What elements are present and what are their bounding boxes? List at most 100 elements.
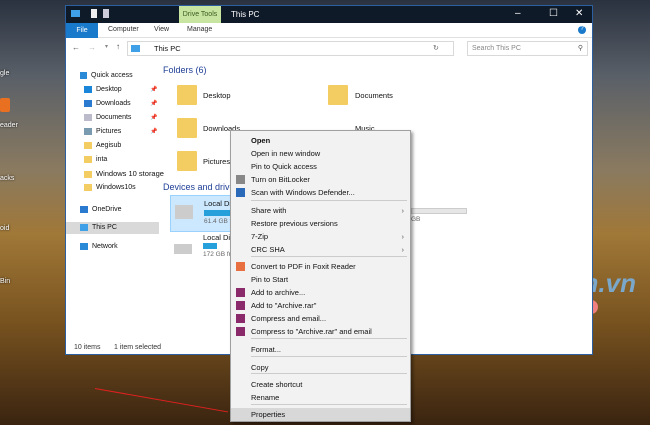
- pin-icon[interactable]: 📌: [150, 100, 157, 107]
- label: Network: [92, 243, 118, 250]
- menu-item[interactable]: Share with ›: [231, 204, 410, 217]
- menu-item[interactable]: Properties: [231, 408, 410, 421]
- menu-separator: [251, 200, 407, 201]
- menu-item[interactable]: Compress to "Archive.rar" and email: [231, 325, 410, 338]
- maximize-button[interactable]: ☐: [549, 8, 558, 19]
- menu-item[interactable]: Compress and email...: [231, 312, 410, 325]
- menu-item[interactable]: Turn on BitLocker: [231, 173, 410, 186]
- desktop-label[interactable]: gle: [0, 70, 9, 77]
- pdf-icon[interactable]: [0, 98, 10, 112]
- close-button[interactable]: ✕: [575, 8, 583, 19]
- label: This PC: [92, 224, 117, 231]
- drive-tools-tab[interactable]: Drive Tools: [179, 6, 221, 23]
- tab-file[interactable]: File: [66, 23, 98, 38]
- search-placeholder: Search This PC: [472, 45, 521, 52]
- menu-item[interactable]: Convert to PDF in Foxit Reader: [231, 260, 410, 273]
- search-box[interactable]: Search This PC ⚲: [467, 41, 588, 56]
- menu-item[interactable]: Open: [231, 134, 410, 147]
- folder-icon: [177, 151, 197, 171]
- sidebar-onedrive[interactable]: OneDrive: [80, 204, 122, 216]
- menu-item-label: Compress and email...: [251, 314, 327, 323]
- menu-item[interactable]: Copy: [231, 361, 410, 374]
- menu-item[interactable]: Scan with Windows Defender...: [231, 186, 410, 199]
- sidebar-this-pc[interactable]: This PC: [66, 222, 159, 234]
- menu-item[interactable]: Rename: [231, 391, 410, 404]
- menu-item-label: Turn on BitLocker: [251, 175, 310, 184]
- devices-header[interactable]: Devices and drives: [163, 182, 239, 192]
- label: Windows10s: [96, 184, 136, 191]
- sidebar-item-windows10s[interactable]: Windows10s: [84, 182, 136, 194]
- menu-item-icon: [236, 175, 245, 184]
- menu-item[interactable]: Create shortcut: [231, 378, 410, 391]
- menu-item[interactable]: 7-Zip ›: [231, 230, 410, 243]
- drive-d[interactable]: Local Disk (D:) 172 GB free: [170, 232, 252, 262]
- minimize-button[interactable]: –: [515, 8, 521, 19]
- menu-item[interactable]: Add to "Archive.rar": [231, 299, 410, 312]
- chevron-right-icon: ›: [401, 206, 405, 215]
- address-bar[interactable]: This PC ↻: [127, 41, 454, 56]
- folder-pictures[interactable]: Pictures: [203, 157, 230, 166]
- properties-icon[interactable]: [91, 9, 97, 18]
- navigation-bar: ← → ▾ ↑ This PC ↻ Search This PC ⚲: [66, 38, 592, 60]
- drive-size: GB: [411, 216, 421, 223]
- menu-separator: [251, 356, 407, 357]
- menu-item-label: Pin to Quick access: [251, 162, 317, 171]
- pin-icon[interactable]: 📌: [150, 114, 157, 121]
- desktop-label[interactable]: oid: [0, 225, 9, 232]
- desktop-label[interactable]: eader: [0, 122, 18, 129]
- folder-documents[interactable]: Documents: [355, 91, 393, 100]
- chevron-right-icon: ›: [401, 245, 405, 254]
- tab-view[interactable]: View: [154, 26, 169, 33]
- desktop-label[interactable]: acks: [0, 175, 14, 182]
- pin-icon[interactable]: 📌: [150, 128, 157, 135]
- sidebar-item-desktop[interactable]: Desktop: [84, 84, 122, 96]
- tab-computer[interactable]: Computer: [108, 26, 139, 33]
- back-icon[interactable]: ←: [72, 43, 80, 52]
- menu-item[interactable]: Restore previous versions: [231, 217, 410, 230]
- menu-item[interactable]: Format...: [231, 343, 410, 356]
- menu-item-icon: [236, 314, 245, 323]
- menu-item-icon: [236, 262, 245, 271]
- pin-icon[interactable]: 📌: [150, 86, 157, 93]
- label: Windows 10 storage: [96, 169, 164, 178]
- menu-item[interactable]: Add to archive...: [231, 286, 410, 299]
- menu-item-label: Share with: [251, 206, 287, 215]
- drive-c[interactable]: Local Disk (C:) 61.4 GB free: [170, 195, 264, 232]
- menu-item[interactable]: Open in new window: [231, 147, 410, 160]
- menu-item-label: Add to archive...: [251, 288, 306, 297]
- menu-item[interactable]: Pin to Start: [231, 273, 410, 286]
- menu-item[interactable]: Pin to Quick access: [231, 160, 410, 173]
- sidebar-item-inta[interactable]: inta: [84, 154, 107, 166]
- sidebar-item-downloads[interactable]: Downloads: [84, 98, 131, 110]
- folders-header[interactable]: Folders (6): [163, 65, 207, 75]
- label: Downloads: [96, 100, 131, 107]
- menu-item-icon: [236, 301, 245, 310]
- new-folder-icon[interactable]: [103, 9, 109, 18]
- forward-icon[interactable]: →: [88, 43, 96, 52]
- folder-desktop[interactable]: Desktop: [203, 91, 231, 100]
- menu-item[interactable]: CRC SHA ›: [231, 243, 410, 256]
- tab-manage[interactable]: Manage: [187, 26, 212, 33]
- menu-item-label: Scan with Windows Defender...: [251, 188, 355, 197]
- up-icon[interactable]: ↑: [116, 42, 120, 51]
- recycle-bin-label[interactable]: Bin: [0, 278, 10, 285]
- menu-item-label: CRC SHA: [251, 245, 285, 254]
- search-icon[interactable]: ⚲: [578, 44, 583, 52]
- sidebar-network[interactable]: Network: [80, 241, 118, 253]
- help-icon[interactable]: ?: [578, 26, 586, 34]
- sidebar-item-aegisub[interactable]: Aegisub: [84, 140, 121, 152]
- menu-item-label: Rename: [251, 393, 280, 402]
- label: OneDrive: [92, 206, 122, 213]
- label: Pictures: [96, 128, 122, 135]
- sidebar-item-pictures[interactable]: Pictures: [84, 126, 121, 138]
- refresh-icon[interactable]: ↻: [433, 44, 439, 52]
- sidebar-item-windows-10-storage[interactable]: Windows 10 storage: [84, 168, 164, 180]
- label: Quick access: [91, 72, 133, 79]
- recent-chevron-icon[interactable]: ▾: [105, 43, 108, 50]
- folder-icon: [328, 85, 348, 105]
- menu-separator: [251, 338, 407, 339]
- sidebar-item-documents[interactable]: Documents: [84, 112, 131, 124]
- computer-icon: [131, 45, 140, 52]
- sidebar-quick-access[interactable]: Quick access: [80, 70, 133, 82]
- menu-item-label: Restore previous versions: [251, 219, 338, 228]
